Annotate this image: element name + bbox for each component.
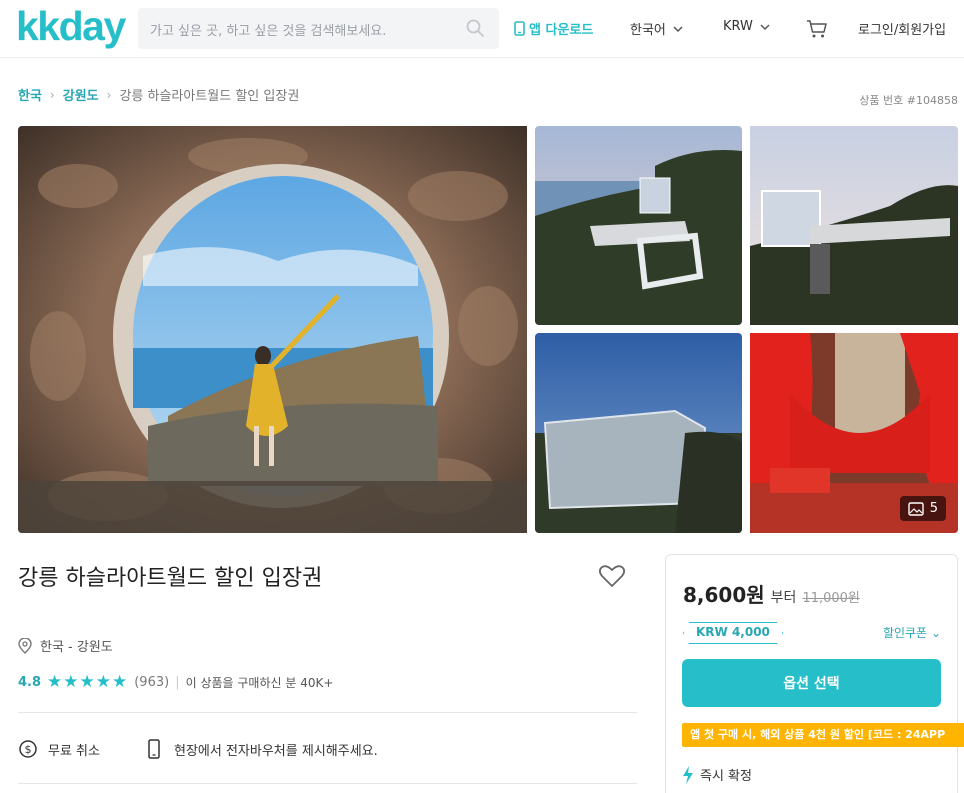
feature-label: 무료 취소 [48,743,100,759]
photo-count-label: 5 [929,501,938,516]
chevron-right-icon: › [49,87,55,102]
svg-text:$: $ [25,743,32,756]
rating-score: 4.8 [18,674,42,690]
chevron-down-icon [673,25,683,32]
coupon-link-label: 할인쿠폰 [882,626,928,640]
select-option-button[interactable]: 옵션 선택 [682,659,941,707]
feature-label: 현장에서 전자바우처를 제시해주세요. [174,743,378,759]
price: 8,600원 [683,583,765,607]
mobile-voucher-icon [148,739,160,759]
instant-confirm-label: 즉시 확정 [700,769,752,784]
language-label: 한국어 [630,23,666,38]
breadcrumb-korea[interactable]: 한국 [18,85,42,104]
review-count[interactable]: (963) [134,675,169,690]
phone-icon [514,21,525,36]
app-download-link[interactable]: 앱 다운로드 [514,19,593,38]
star-rating-icon: ★★★★★ [47,672,129,692]
coupon-link[interactable]: 할인쿠폰 ⌄ [883,624,941,641]
instant-confirm: 즉시 확정 [682,765,752,784]
rating-row: 4.8 ★★★★★ (963) | 이 상품을 구매하신 분 40K+ [18,672,333,692]
breadcrumb: 한국 › 강원도 › 강릉 하슬라아트월드 할인 입장권 [18,85,300,105]
divider: | [175,674,180,690]
map-pin-icon [18,637,32,654]
gallery-photo-3[interactable] [535,333,742,533]
price-card: 8,600원 부터 11,000원 KRW 4,000 할인쿠폰 ⌄ 옵션 선택… [665,554,964,793]
chevron-down-icon [760,23,770,30]
photo-count-badge[interactable]: 5 [899,496,946,521]
divider [18,712,637,713]
search-input[interactable]: 가고 싶은 곳, 하고 싶은 것을 검색해보세요. [150,20,386,39]
product-location: 한국 - 강원도 [18,636,113,655]
feature-mobile-voucher: 현장에서 전자바우처를 제시해주세요. [144,739,378,759]
breadcrumb-current: 강릉 하슬라아트월드 할인 입장권 [119,89,300,104]
gallery-photo-1[interactable] [535,126,742,325]
breadcrumb-gangwon[interactable]: 강원도 [63,85,99,104]
promo-banner: 앱 첫 구매 시, 해외 상품 4천 원 할인 [코드 : 24APP [682,723,964,747]
price-from: 부터 [770,590,797,606]
chevron-right-icon: › [106,87,112,102]
search-bar[interactable]: 가고 싶은 곳, 하고 싶은 것을 검색해보세요. [138,8,499,49]
chevron-down-icon: ⌄ [930,626,941,640]
app-download-label: 앱 다운로드 [529,23,594,38]
login-link[interactable]: 로그인/회원가입 [858,19,946,38]
image-icon [908,501,924,516]
kkday-logo[interactable]: kkday [16,4,126,48]
cart-icon[interactable] [806,18,828,40]
original-price: 11,000원 [802,591,860,606]
dollar-cancel-icon: $ [19,740,37,758]
language-selector[interactable]: 한국어 [630,19,684,38]
currency-selector[interactable]: KRW [723,19,771,34]
currency-label: KRW [723,19,753,34]
heart-icon[interactable] [598,563,626,589]
search-icon[interactable] [465,18,485,38]
location-label: 한국 - 강원도 [40,640,113,655]
bought-count: 이 상품을 구매하신 분 40K+ [185,675,334,690]
product-number: 상품 번호 #104858 [859,94,958,107]
gallery-photo-2[interactable] [750,126,958,325]
product-title: 강릉 하슬라아트월드 할인 입장권 [18,566,323,591]
coupon-tag: KRW 4,000 [683,622,783,644]
divider [18,783,637,784]
login-label: 로그인/회원가입 [858,23,947,38]
feature-free-cancel: $ 무료 취소 [18,739,100,759]
price-row: 8,600원 부터 11,000원 [683,579,860,608]
main-photo[interactable] [18,126,527,533]
lightning-icon [683,765,693,784]
gallery-photo-4[interactable]: 5 [750,333,958,533]
top-header: kkday 가고 싶은 곳, 하고 싶은 것을 검색해보세요. 앱 다운로드 한… [0,0,964,58]
